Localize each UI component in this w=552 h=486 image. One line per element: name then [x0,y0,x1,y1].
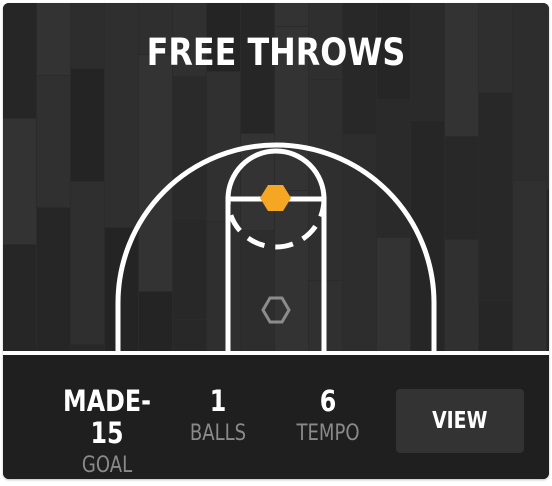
view-button[interactable]: VIEW [396,389,524,453]
hexagon-marker-inactive-icon[interactable] [261,296,291,324]
stat-made-value: MADE-15 [63,384,151,450]
stat-made: MADE-15 GOAL [37,385,177,479]
free-throws-card: FREE THROWS MADE-15 GOAL 1 BALLS 6 TEMPO… [3,3,549,479]
court-area: FREE THROWS [3,3,549,351]
free-throw-lane [225,196,327,351]
stat-balls: 1 BALLS [173,385,263,451]
stat-tempo-label: TEMPO [296,421,360,446]
stat-balls-label: BALLS [189,421,247,446]
stat-made-label: GOAL [81,453,133,478]
hexagon-marker-active-icon[interactable] [260,185,291,211]
card-title: FREE THROWS [146,31,406,74]
stat-balls-value: 1 [209,384,227,418]
stat-tempo-value: 6 [319,384,337,418]
stat-tempo: 6 TEMPO [278,385,378,451]
stats-bar: MADE-15 GOAL 1 BALLS 6 TEMPO VIEW [3,355,549,479]
view-button-label: VIEW [432,408,488,434]
